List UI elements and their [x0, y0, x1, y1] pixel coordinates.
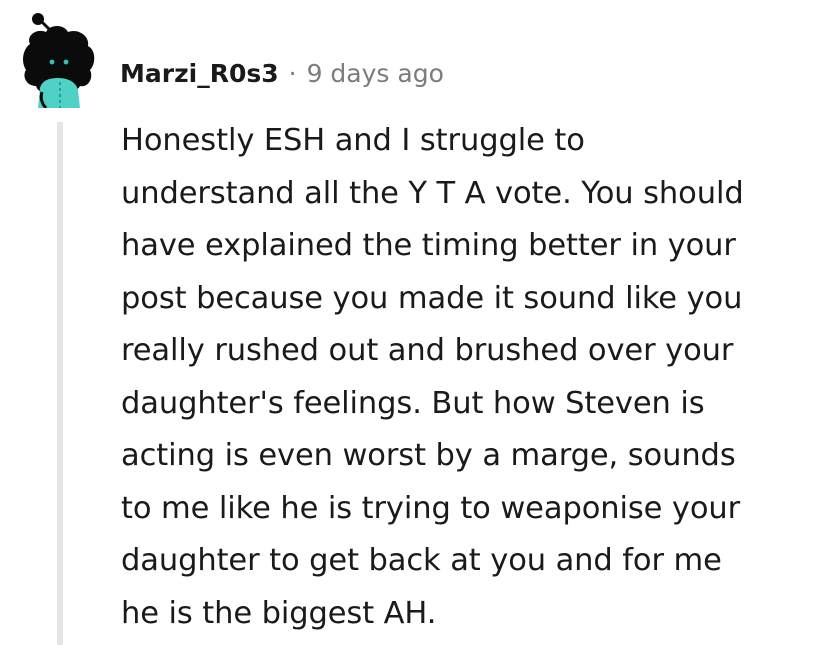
comment-body-line: daughter's feelings. But how Steven is — [121, 385, 705, 421]
comment-body-line: daughter to get back at you and for me — [121, 543, 722, 578]
comment-body-line: post because you made it sound like you — [121, 280, 743, 316]
thread-collapse-line[interactable] — [57, 122, 63, 645]
meta-separator: · — [288, 58, 297, 88]
timestamp-link[interactable]: 9 days ago — [307, 59, 444, 88]
comment-body: Honestly ESH and I struggle to understan… — [121, 115, 811, 640]
comment-body-line: understand all the Y T A vote. You shoul… — [121, 175, 744, 211]
username-link[interactable]: Marzi_R0s3 — [120, 59, 279, 88]
comment: Marzi_R0s3 · 9 days ago Honestly ESH and… — [0, 0, 825, 645]
avatar[interactable] — [18, 10, 98, 108]
comment-body-line: Honestly ESH and I struggle to — [121, 123, 585, 158]
comment-meta: Marzi_R0s3 · 9 days ago — [120, 55, 444, 91]
snoo-avatar-icon — [23, 13, 95, 108]
comment-body-line: acting is even worst by a marge, sounds — [121, 438, 736, 473]
comment-body-line: really rushed out and brushed over your — [121, 333, 734, 368]
comment-body-line: he is the biggest AH. — [121, 595, 437, 631]
comment-body-line: have explained the timing better in your — [121, 228, 736, 263]
comment-body-line: to me like he is trying to weaponise you… — [121, 490, 741, 526]
